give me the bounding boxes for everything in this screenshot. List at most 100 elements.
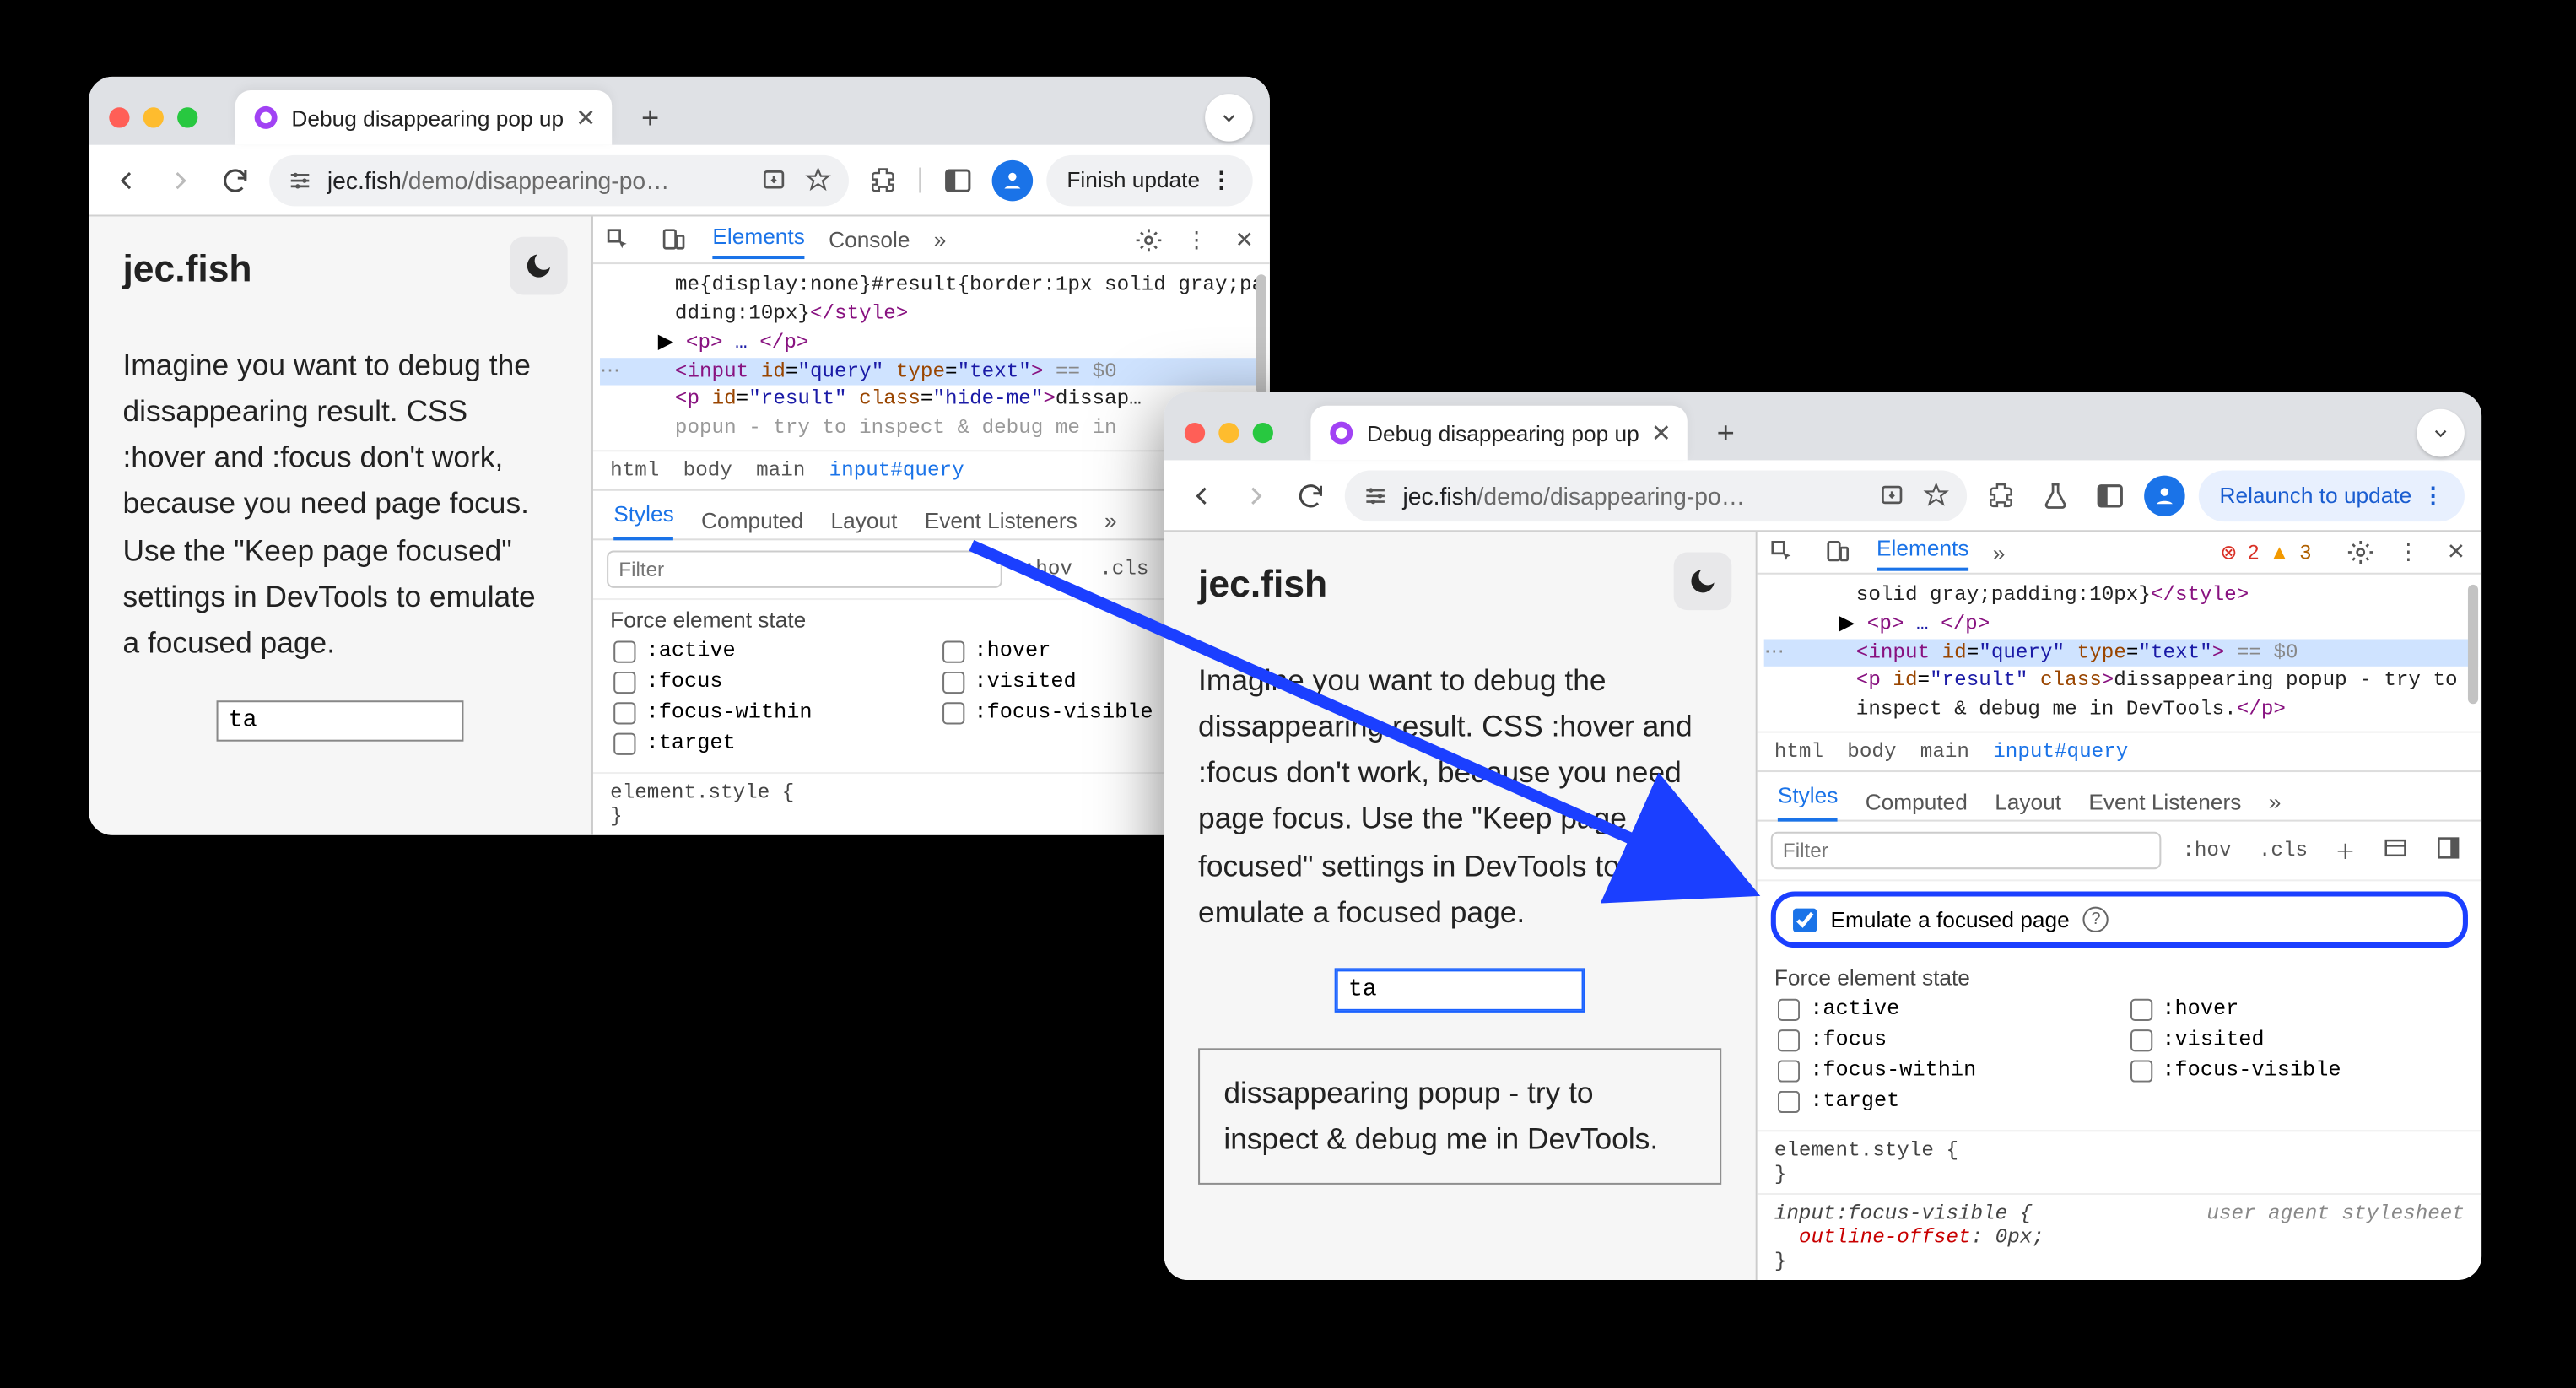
hov-toggle[interactable]: :hov xyxy=(1017,558,1079,581)
state-focus[interactable]: :focus xyxy=(1778,1028,2109,1051)
maximize-window-icon[interactable] xyxy=(1253,423,1273,443)
breadcrumb[interactable]: html body main input#query xyxy=(1758,732,2482,772)
element-style-block[interactable]: element.style { } xyxy=(1758,1130,2482,1193)
bookmark-icon[interactable] xyxy=(804,166,831,193)
elements-tab[interactable]: Elements xyxy=(1877,535,1968,570)
styles-filter-input[interactable] xyxy=(1771,832,2162,869)
scrollbar[interactable] xyxy=(1256,275,1266,394)
inspect-icon[interactable] xyxy=(1768,537,1798,567)
gear-icon[interactable] xyxy=(1133,224,1164,255)
new-tab-button[interactable]: + xyxy=(626,94,674,142)
cls-toggle[interactable]: .cls xyxy=(1093,558,1155,581)
profile-avatar[interactable] xyxy=(992,159,1033,200)
cls-toggle[interactable]: .cls xyxy=(2252,839,2314,862)
state-active[interactable]: :active xyxy=(613,640,921,663)
rendering-icon[interactable] xyxy=(2376,834,2415,867)
dark-mode-toggle[interactable] xyxy=(510,237,568,295)
gear-icon[interactable] xyxy=(2346,537,2376,567)
state-focus-within[interactable]: :focus-within xyxy=(1778,1058,2109,1082)
state-target[interactable]: :target xyxy=(613,732,921,755)
sidepanel-icon[interactable] xyxy=(2090,475,2130,516)
state-active[interactable]: :active xyxy=(1778,997,2109,1021)
back-button[interactable] xyxy=(105,159,146,200)
focus-visible-rule[interactable]: user agent stylesheet input:focus-visibl… xyxy=(1758,1193,2482,1280)
elements-tab[interactable]: Elements xyxy=(712,223,804,258)
more-styles-tabs-icon[interactable]: » xyxy=(1104,507,1117,532)
browser-tab[interactable]: Debug disappearing pop up ✕ xyxy=(235,90,613,145)
demo-text-input[interactable] xyxy=(217,700,464,741)
maximize-window-icon[interactable] xyxy=(177,107,197,127)
inspect-icon[interactable] xyxy=(603,224,634,255)
labs-icon[interactable] xyxy=(2035,475,2076,516)
more-styles-tabs-icon[interactable]: » xyxy=(2269,788,2282,813)
close-tab-icon[interactable]: ✕ xyxy=(1651,419,1671,447)
device-icon[interactable] xyxy=(658,224,689,255)
event-listeners-tab[interactable]: Event Listeners xyxy=(925,507,1077,532)
force-label: Force element state xyxy=(610,607,1253,632)
emulate-focused-page[interactable]: Emulate a focused page ? xyxy=(1771,891,2468,948)
device-icon[interactable] xyxy=(1822,537,1852,567)
styles-tab[interactable]: Styles xyxy=(613,501,674,540)
styles-tab[interactable]: Styles xyxy=(1778,782,1839,821)
forward-button[interactable] xyxy=(1236,475,1277,516)
demo-text-input[interactable] xyxy=(1337,969,1584,1010)
layout-tab[interactable]: Layout xyxy=(831,507,898,532)
state-hover[interactable]: :hover xyxy=(2130,997,2461,1021)
close-window-icon[interactable] xyxy=(109,107,129,127)
bookmark-icon[interactable] xyxy=(1923,482,1950,509)
site-settings-icon[interactable] xyxy=(1362,482,1389,509)
install-app-icon[interactable] xyxy=(1879,482,1906,509)
site-settings-icon[interactable] xyxy=(286,166,313,193)
emulate-checkbox[interactable] xyxy=(1793,908,1817,932)
address-bar[interactable]: jec.fish/demo/disappearing-po… xyxy=(1345,470,1968,521)
issue-counts[interactable]: ⊗2 ▲3 xyxy=(2220,540,2311,564)
more-tabs-icon[interactable]: » xyxy=(934,227,947,252)
browser-window-1: Debug disappearing pop up ✕ + jec.fish/d… xyxy=(89,77,1270,835)
event-listeners-tab[interactable]: Event Listeners xyxy=(2088,788,2241,813)
minimize-window-icon[interactable] xyxy=(143,107,164,127)
new-tab-button[interactable]: + xyxy=(1702,409,1750,457)
extensions-icon[interactable] xyxy=(1981,475,2022,516)
browser-tab[interactable]: Debug disappearing pop up ✕ xyxy=(1310,406,1688,461)
more-tabs-icon[interactable]: » xyxy=(1993,539,2006,564)
console-tab[interactable]: Console xyxy=(829,227,910,252)
update-button[interactable]: Relaunch to update⋮ xyxy=(2199,470,2465,521)
update-button[interactable]: Finish update⋮ xyxy=(1046,154,1253,206)
close-devtools-icon[interactable]: ✕ xyxy=(1229,224,1259,255)
new-style-rule-icon[interactable]: ＋ xyxy=(2328,836,2362,865)
address-bar[interactable]: jec.fish/demo/disappearing-po… xyxy=(269,154,848,206)
reload-button[interactable] xyxy=(1290,475,1331,516)
hov-toggle[interactable]: :hov xyxy=(2175,839,2238,862)
close-tab-icon[interactable]: ✕ xyxy=(575,103,596,132)
help-icon[interactable]: ? xyxy=(2083,907,2109,932)
state-focus[interactable]: :focus xyxy=(613,670,921,694)
tab-dropdown-button[interactable] xyxy=(2417,409,2465,457)
devtools-tab-bar: Elements » ⊗2 ▲3 ⋮ ✕ xyxy=(1758,532,2482,575)
kebab-icon[interactable]: ⋮ xyxy=(2393,537,2423,567)
close-devtools-icon[interactable]: ✕ xyxy=(2441,537,2471,567)
back-button[interactable] xyxy=(1181,475,1222,516)
styles-filter-input[interactable] xyxy=(607,550,1002,587)
state-focus-within[interactable]: :focus-within xyxy=(613,700,921,724)
extensions-icon[interactable] xyxy=(862,159,903,200)
forward-button[interactable] xyxy=(160,159,201,200)
computed-tab[interactable]: Computed xyxy=(1866,788,1968,813)
install-app-icon[interactable] xyxy=(759,166,786,193)
dom-tree[interactable]: solid gray;padding:10px}</style> ▶ <p> …… xyxy=(1758,575,2482,732)
layout-tab[interactable]: Layout xyxy=(1995,788,2061,813)
reload-button[interactable] xyxy=(215,159,256,200)
tab-dropdown-button[interactable] xyxy=(1205,94,1253,142)
minimize-window-icon[interactable] xyxy=(1218,423,1239,443)
state-focus-visible[interactable]: :focus-visible xyxy=(2130,1058,2461,1082)
tab-title: Debug disappearing pop up xyxy=(1367,420,1639,446)
state-target[interactable]: :target xyxy=(1778,1089,2109,1113)
dark-mode-toggle[interactable] xyxy=(1674,552,1732,610)
sidepanel-icon[interactable] xyxy=(937,159,978,200)
state-visited[interactable]: :visited xyxy=(2130,1028,2461,1051)
computed-tab[interactable]: Computed xyxy=(701,507,803,532)
profile-avatar[interactable] xyxy=(2145,475,2185,516)
close-window-icon[interactable] xyxy=(1185,423,1205,443)
kebab-icon[interactable]: ⋮ xyxy=(1181,224,1212,255)
scrollbar[interactable] xyxy=(2468,585,2478,704)
computed-sidebar-icon[interactable] xyxy=(2429,834,2468,867)
